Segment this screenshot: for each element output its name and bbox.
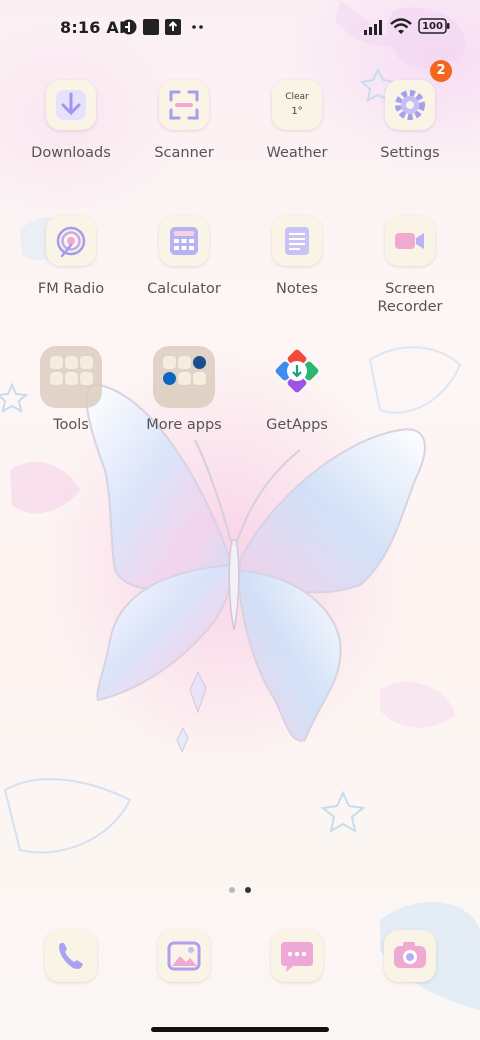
notification-badge: 2 [430, 60, 452, 82]
upload-box-icon [165, 19, 181, 35]
app-screen-recorder[interactable]: Screen Recorder [355, 216, 465, 316]
page-indicator [0, 878, 480, 897]
app-getapps[interactable]: GetApps [242, 346, 352, 434]
app-label: More apps [146, 417, 222, 433]
folder-tools[interactable]: Tools [16, 346, 126, 434]
app-notes[interactable]: Notes [242, 216, 352, 298]
video-camera-icon [395, 233, 424, 249]
gear-icon [395, 90, 425, 120]
signal-icon [364, 20, 382, 35]
app-label: Screen Recorder [377, 281, 443, 315]
camera-icon [394, 942, 426, 968]
battery-level: 100 [422, 21, 443, 32]
dock-gallery[interactable] [129, 930, 239, 982]
more-dots-icon [192, 25, 203, 29]
getapps-icon [275, 349, 319, 393]
app-fm-radio[interactable]: FM Radio [16, 216, 126, 298]
download-arrow-icon [56, 90, 86, 120]
calculator-icon [170, 227, 198, 255]
radio-waves-icon [56, 226, 86, 258]
app-label: Tools [53, 417, 89, 433]
phone-icon [59, 943, 83, 969]
app-label: Settings [380, 145, 440, 161]
app-label: Downloads [31, 145, 111, 161]
dock-camera[interactable] [355, 930, 465, 982]
app-label: Calculator [147, 281, 221, 297]
message-bubble-icon [281, 942, 313, 972]
app-label: Weather [266, 145, 328, 161]
vpn-key-icon [121, 19, 137, 35]
app-label: Notes [276, 281, 318, 297]
page-dot[interactable] [229, 887, 235, 893]
app-label: Scanner [154, 145, 214, 161]
page-dot-active[interactable] [245, 887, 251, 893]
app-settings[interactable]: Settings [355, 80, 465, 162]
notes-icon [285, 227, 309, 255]
stop-square-icon [143, 19, 159, 35]
app-downloads[interactable]: Downloads [16, 80, 126, 162]
wifi-icon [390, 18, 412, 34]
weather-widget-icon: Clear 1° [272, 80, 322, 130]
folder-icon [40, 346, 102, 408]
weather-condition: Clear [285, 92, 309, 102]
app-label: GetApps [266, 417, 328, 433]
weather-temperature: 1° [291, 106, 303, 117]
dock-messages[interactable] [242, 930, 352, 982]
scan-frame-icon [169, 90, 199, 120]
dock-phone[interactable] [16, 930, 126, 982]
status-bar: 8:16 AM 100 [0, 0, 480, 56]
app-label: FM Radio [37, 281, 105, 297]
folder-more-apps[interactable]: More apps [129, 346, 239, 434]
folder-icon [153, 346, 215, 408]
app-calculator[interactable]: Calculator [129, 216, 239, 298]
home-gesture-bar[interactable] [151, 1027, 329, 1032]
app-weather[interactable]: Clear 1° Weather [242, 80, 352, 162]
gallery-icon [167, 941, 201, 971]
app-scanner[interactable]: Scanner [129, 80, 239, 162]
